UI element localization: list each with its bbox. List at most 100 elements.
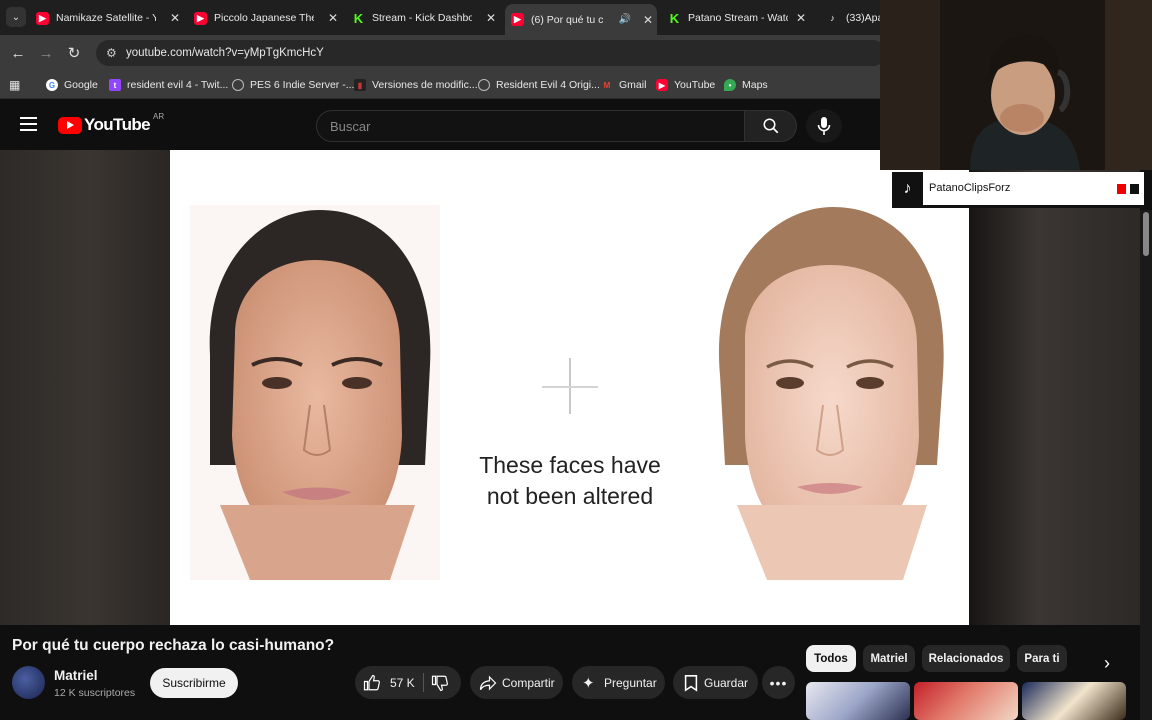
tab-label: (6) Por qué tu cuerp bbox=[531, 13, 603, 26]
like-dislike-group: 57 K bbox=[355, 666, 461, 699]
subscribe-button[interactable]: Suscribirme bbox=[150, 668, 238, 698]
recommended-thumbnail[interactable] bbox=[1022, 682, 1126, 720]
tab-list-dropdown-icon[interactable]: ⌄ bbox=[6, 7, 26, 27]
video-player[interactable]: These faces have not been altered bbox=[170, 150, 969, 625]
thumbs-up-icon bbox=[363, 674, 380, 690]
tab-label: Piccolo Japanese Them bbox=[214, 12, 314, 24]
ask-button[interactable]: ✦ Preguntar bbox=[572, 666, 665, 699]
hamburger-menu-icon[interactable] bbox=[20, 117, 37, 131]
bookmark-youtube[interactable]: ▶ YouTube bbox=[656, 77, 715, 93]
share-icon bbox=[479, 675, 497, 690]
audio-playing-icon[interactable]: 🔊 bbox=[619, 14, 631, 25]
recommended-thumbnail[interactable] bbox=[914, 682, 1018, 720]
tab-active-video[interactable]: ▶ (6) Por qué tu cuerp 🔊 ✕ bbox=[505, 4, 657, 35]
tiktok-icon: ♪ bbox=[830, 13, 835, 23]
apps-grid-icon[interactable]: ▦ bbox=[9, 77, 20, 93]
tab-label: Stream - Kick Dashboa bbox=[372, 12, 472, 24]
like-divider bbox=[423, 673, 424, 692]
save-label: Guardar bbox=[704, 675, 749, 690]
caption-line-2: not been altered bbox=[486, 483, 654, 509]
kick-icon: K bbox=[669, 10, 680, 26]
url-text: youtube.com/watch?v=yMpTgKmcHcY bbox=[126, 47, 324, 59]
red-square-icon bbox=[1117, 184, 1126, 194]
chip-relacionados[interactable]: Relacionados bbox=[922, 645, 1010, 672]
subscriber-count: 12 K suscriptores bbox=[54, 687, 136, 699]
maps-icon: • bbox=[724, 79, 736, 91]
tab-namikaze[interactable]: ▶ Namikaze Satellite - You ✕ bbox=[36, 4, 184, 32]
chip-matriel[interactable]: Matriel bbox=[863, 645, 915, 672]
close-tab-icon[interactable]: ✕ bbox=[170, 11, 180, 25]
youtube-header: YouTube AR Buscar bbox=[0, 100, 880, 150]
video-title: Por qué tu cuerpo rechaza lo casi-humano… bbox=[12, 637, 335, 654]
search-button[interactable] bbox=[745, 110, 797, 142]
page-scrollbar[interactable] bbox=[1140, 210, 1152, 720]
microphone-icon bbox=[817, 117, 831, 135]
tiktok-icon: ♪ bbox=[892, 172, 923, 205]
channel-avatar[interactable] bbox=[12, 666, 45, 699]
voice-search-button[interactable] bbox=[806, 109, 842, 143]
bookmark-re4-original[interactable]: Resident Evil 4 Origi... bbox=[478, 77, 600, 93]
close-tab-icon[interactable]: ✕ bbox=[643, 13, 653, 27]
bookmark-label: resident evil 4 - Twit... bbox=[127, 79, 229, 91]
forward-arrow-icon[interactable]: → bbox=[36, 43, 56, 63]
bookmark-label: Google bbox=[64, 79, 98, 91]
tiktok-handle: PatanoClipsForz bbox=[929, 182, 1011, 194]
fixation-cross-horizontal bbox=[542, 386, 598, 388]
search-input[interactable]: Buscar bbox=[316, 110, 745, 142]
bookmark-re4-twitch[interactable]: t resident evil 4 - Twit... bbox=[109, 77, 228, 93]
browser-tab-strip: ⌄ ▶ Namikaze Satellite - You ✕ ▶ Piccolo… bbox=[0, 0, 880, 35]
youtube-icon: ▶ bbox=[656, 79, 668, 91]
bookmark-versiones[interactable]: ▮ Versiones de modific... bbox=[354, 77, 478, 93]
youtube-icon: ▶ bbox=[36, 11, 49, 25]
recommended-thumbnail[interactable] bbox=[806, 682, 910, 720]
video-ambient-background-right bbox=[968, 150, 1140, 625]
caption-line-1: These faces have bbox=[479, 452, 661, 478]
chevron-right-icon[interactable]: › bbox=[1094, 650, 1120, 676]
channel-name[interactable]: Matriel bbox=[54, 668, 98, 683]
dislike-button[interactable] bbox=[431, 674, 449, 695]
twitch-icon: t bbox=[109, 79, 121, 91]
site-settings-icon[interactable]: ⚙ bbox=[106, 46, 117, 60]
bookmark-label: Versiones de modific... bbox=[372, 79, 478, 91]
bookmark-maps[interactable]: • Maps bbox=[724, 77, 768, 93]
tab-piccolo[interactable]: ▶ Piccolo Japanese Them ✕ bbox=[194, 4, 342, 32]
gmail-icon: M bbox=[603, 80, 611, 90]
ask-label: Preguntar bbox=[604, 675, 657, 690]
search-placeholder: Buscar bbox=[330, 118, 371, 134]
browser-toolbar: ← → ↻ ⚙ youtube.com/watch?v=yMpTgKmcHcY bbox=[0, 35, 886, 71]
thumbs-down-icon bbox=[431, 675, 448, 692]
close-tab-icon[interactable]: ✕ bbox=[486, 11, 496, 25]
bookmark-label: Resident Evil 4 Origi... bbox=[496, 79, 600, 91]
more-dots-icon: ••• bbox=[769, 674, 788, 691]
chip-todos[interactable]: Todos bbox=[806, 645, 856, 672]
like-button[interactable]: 57 K bbox=[363, 674, 415, 692]
youtube-logo[interactable]: YouTube AR bbox=[58, 111, 165, 135]
tab-label: (33)Apa bbox=[846, 12, 880, 24]
youtube-play-icon bbox=[58, 116, 82, 134]
share-button[interactable]: Compartir bbox=[470, 666, 563, 699]
tab-label: Patano Stream - Watch bbox=[688, 12, 788, 24]
close-tab-icon[interactable]: ✕ bbox=[328, 11, 338, 25]
bookmark-gmail[interactable]: M Gmail bbox=[601, 77, 647, 93]
kick-icon: K bbox=[353, 10, 364, 26]
chip-para-ti[interactable]: Para ti bbox=[1017, 645, 1067, 672]
reload-icon[interactable]: ↻ bbox=[64, 43, 84, 63]
save-button[interactable]: Guardar bbox=[673, 666, 758, 699]
tiktok-handle-banner: ♪ PatanoClipsForz bbox=[892, 172, 1144, 208]
back-arrow-icon[interactable]: ← bbox=[8, 43, 28, 63]
youtube-icon: ▶ bbox=[194, 11, 207, 25]
more-actions-button[interactable]: ••• bbox=[762, 666, 795, 699]
tab-kick-dashboard[interactable]: K Stream - Kick Dashboa ✕ bbox=[352, 4, 500, 32]
address-bar[interactable]: ⚙ youtube.com/watch?v=yMpTgKmcHcY bbox=[96, 40, 886, 66]
tab-patano-stream[interactable]: K Patano Stream - Watch ✕ bbox=[668, 4, 810, 32]
streamer-image bbox=[880, 0, 1152, 170]
share-label: Compartir bbox=[502, 675, 555, 690]
tab-tiktok[interactable]: ♪ (33)Apa bbox=[826, 4, 880, 32]
region-code: AR bbox=[153, 111, 165, 121]
globe-icon bbox=[478, 79, 490, 91]
bookmark-pes6[interactable]: PES 6 Indie Server -... bbox=[232, 77, 354, 93]
bookmark-google[interactable]: G Google bbox=[46, 77, 98, 93]
scrollbar-thumb[interactable] bbox=[1143, 212, 1149, 256]
close-tab-icon[interactable]: ✕ bbox=[796, 11, 806, 25]
bookmarks-bar: ▦ G Google t resident evil 4 - Twit... P… bbox=[0, 71, 880, 99]
